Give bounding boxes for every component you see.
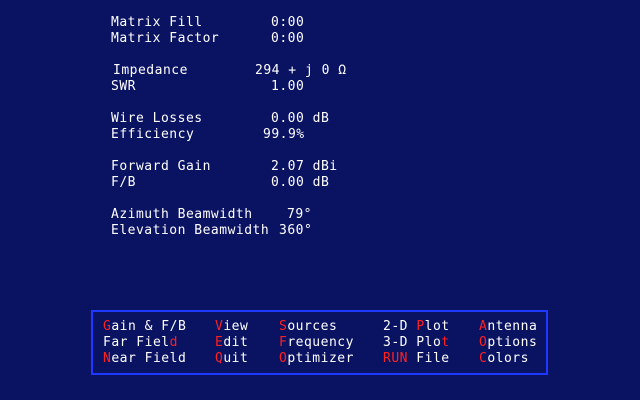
menu-label: File	[407, 351, 450, 366]
swr-value: 1.00	[271, 79, 305, 94]
swr-label: SWR	[111, 79, 136, 94]
menu-far-field[interactable]: Far Field	[103, 335, 178, 351]
menu-label: olors	[487, 351, 529, 366]
menu-colors[interactable]: Colors	[479, 351, 529, 367]
menu-antenna[interactable]: Antenna	[479, 319, 537, 335]
menu-3d-plot[interactable]: 3-D Plot	[383, 335, 450, 351]
menu-options[interactable]: Options	[479, 335, 537, 351]
menu-label: 3-D Plo	[383, 335, 442, 350]
wire-losses-label: Wire Losses	[111, 111, 203, 126]
menu-gain-fb[interactable]: Gain & F/B	[103, 319, 186, 335]
azimuth-beamwidth-label: Azimuth Beamwidth	[111, 207, 253, 222]
menu-label: iew	[223, 319, 249, 334]
menu-label: lot	[424, 319, 450, 334]
menu-optimizer[interactable]: Optimizer	[279, 351, 354, 367]
impedance-value: 294 + j 0 Ω	[255, 63, 347, 78]
menu-label: ptions	[487, 335, 538, 350]
menu-label: ain & F/B	[111, 319, 187, 334]
menu-label: ources	[287, 319, 338, 334]
hotkey-p: P	[416, 319, 425, 334]
menu-label: 2-D	[383, 319, 417, 334]
menu-frequency[interactable]: Frequency	[279, 335, 354, 351]
forward-gain-value: 2.07 dBi	[271, 159, 338, 174]
fb-label: F/B	[111, 175, 136, 190]
efficiency-value: 99.9%	[263, 127, 305, 142]
forward-gain-label: Forward Gain	[111, 159, 211, 174]
menu-view[interactable]: View	[215, 319, 248, 335]
menu-label: Far Fiel	[103, 335, 170, 350]
hotkey-t: t	[441, 335, 450, 350]
elevation-beamwidth-label: Elevation Beamwidth	[111, 223, 270, 238]
menu-label: dit	[223, 335, 249, 350]
efficiency-label: Efficiency	[111, 127, 195, 142]
wire-losses-value: 0.00 dB	[271, 111, 330, 126]
hotkey-run: RUN	[383, 351, 408, 366]
menu-label: uit	[223, 351, 249, 366]
matrix-factor-label: Matrix Factor	[111, 31, 220, 46]
menu-label: ear Field	[111, 351, 187, 366]
elevation-beamwidth-value: 360°	[279, 223, 313, 238]
impedance-label: Impedance	[113, 63, 188, 78]
matrix-fill-value: 0:00	[271, 15, 305, 30]
menu-edit[interactable]: Edit	[215, 335, 248, 351]
menu-quit[interactable]: Quit	[215, 351, 248, 367]
matrix-fill-label: Matrix Fill	[111, 15, 203, 30]
menu-2d-plot[interactable]: 2-D Plot	[383, 319, 450, 335]
hotkey-d: d	[169, 335, 178, 350]
matrix-factor-value: 0:00	[271, 31, 305, 46]
menu-label: ptimizer	[287, 351, 354, 366]
menu-near-field[interactable]: Near Field	[103, 351, 186, 367]
fb-value: 0.00 dB	[271, 175, 330, 190]
menu-run-file[interactable]: RUN File	[383, 351, 450, 367]
menu-label: requency	[287, 335, 354, 350]
menu-sources[interactable]: Sources	[279, 319, 337, 335]
menu-label: ntenna	[487, 319, 538, 334]
azimuth-beamwidth-value: 79°	[287, 207, 312, 222]
